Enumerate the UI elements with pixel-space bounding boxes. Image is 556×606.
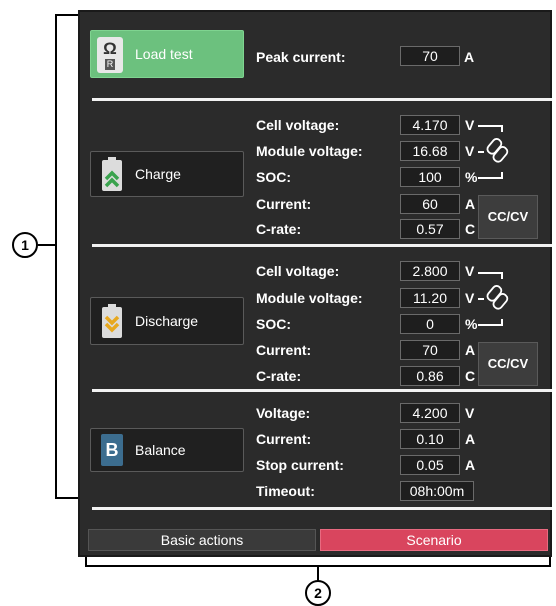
- balance-timeout-value[interactable]: 08h:00m: [400, 481, 474, 501]
- balance-stop-current-label: Stop current:: [256, 457, 344, 473]
- charge-cell-voltage-unit: V: [465, 117, 475, 133]
- charge-c-rate-value[interactable]: 0.57: [400, 219, 460, 239]
- charge-button[interactable]: Charge: [90, 151, 244, 197]
- peak-current-unit: A: [464, 49, 475, 65]
- discharge-cell-voltage-unit: V: [465, 263, 475, 279]
- callout-2: 2: [305, 580, 331, 606]
- discharge-c-rate-label: C-rate:: [256, 368, 302, 384]
- charge-cell-voltage-label: Cell voltage:: [256, 117, 340, 133]
- discharge-link-icon[interactable]: [476, 265, 510, 333]
- charge-module-voltage-label: Module voltage:: [256, 143, 363, 159]
- charge-cc-cv-button[interactable]: CC/CV: [478, 195, 538, 239]
- separator: [92, 389, 552, 392]
- charge-cell-voltage-value[interactable]: 4.170: [400, 115, 460, 135]
- discharge-current-label: Current:: [256, 342, 312, 358]
- discharge-current-value[interactable]: 70: [400, 340, 460, 360]
- tab-basic-actions[interactable]: Basic actions: [88, 529, 316, 551]
- discharge-soc-value[interactable]: 0: [400, 314, 460, 334]
- discharge-button[interactable]: Discharge: [90, 297, 244, 345]
- balance-voltage-unit: V: [465, 405, 475, 421]
- separator: [92, 98, 552, 101]
- discharge-c-rate-value[interactable]: 0.86: [400, 366, 460, 386]
- discharge-module-voltage-value[interactable]: 11.20: [400, 288, 460, 308]
- discharge-soc-label: SOC:: [256, 316, 291, 332]
- charge-current-label: Current:: [256, 196, 312, 212]
- charge-soc-value[interactable]: 100: [400, 167, 460, 187]
- charge-label: Charge: [135, 166, 181, 182]
- balance-voltage-label: Voltage:: [256, 405, 311, 421]
- ohm-resistor-icon: Ω R: [97, 37, 123, 73]
- battery-charge-icon: [102, 157, 122, 191]
- balance-stop-current-unit: A: [465, 457, 476, 473]
- discharge-cell-voltage-value[interactable]: 2.800: [400, 261, 460, 281]
- callout-1: 1: [12, 232, 38, 258]
- discharge-current-unit: A: [465, 342, 476, 358]
- charge-c-rate-label: C-rate:: [256, 221, 302, 237]
- balance-b-icon: B: [101, 434, 123, 466]
- discharge-c-rate-unit: C: [465, 368, 476, 384]
- balance-timeout-label: Timeout:: [256, 483, 315, 499]
- balance-voltage-value[interactable]: 4.200: [400, 403, 460, 423]
- balance-button[interactable]: B Balance: [90, 428, 244, 472]
- charge-current-unit: A: [465, 196, 476, 212]
- balance-label: Balance: [135, 442, 186, 458]
- charge-current-value[interactable]: 60: [400, 194, 460, 214]
- charge-soc-label: SOC:: [256, 169, 291, 185]
- battery-discharge-icon: [102, 304, 122, 338]
- discharge-module-voltage-label: Module voltage:: [256, 290, 363, 306]
- load-test-label: Load test: [135, 46, 193, 62]
- balance-current-value[interactable]: 0.10: [400, 429, 460, 449]
- tab-scenario[interactable]: Scenario: [320, 529, 548, 551]
- peak-current-label: Peak current:: [256, 49, 346, 65]
- separator: [92, 507, 552, 510]
- balance-current-label: Current:: [256, 431, 312, 447]
- discharge-module-voltage-unit: V: [465, 290, 475, 306]
- discharge-cc-cv-button[interactable]: CC/CV: [478, 342, 538, 386]
- separator: [92, 244, 552, 247]
- charge-module-voltage-unit: V: [465, 143, 475, 159]
- balance-stop-current-value[interactable]: 0.05: [400, 455, 460, 475]
- charge-module-voltage-value[interactable]: 16.68: [400, 141, 460, 161]
- peak-current-value[interactable]: 70: [400, 46, 460, 66]
- charge-link-icon[interactable]: [476, 118, 510, 186]
- battery-test-panel: Ω R Load test Peak current: 70 A Charge …: [78, 10, 552, 557]
- balance-current-unit: A: [465, 431, 476, 447]
- discharge-cell-voltage-label: Cell voltage:: [256, 263, 340, 279]
- load-test-button[interactable]: Ω R Load test: [90, 30, 244, 78]
- discharge-label: Discharge: [135, 313, 199, 329]
- charge-c-rate-unit: C: [465, 221, 476, 237]
